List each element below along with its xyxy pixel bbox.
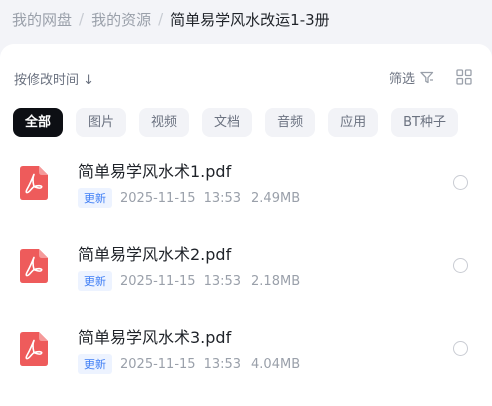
update-badge: 更新 [78, 354, 112, 374]
file-size: 2.49MB [251, 190, 301, 206]
tab-audio[interactable]: 音频 [265, 108, 316, 137]
breadcrumb-my-resources[interactable]: 我的资源 [91, 9, 151, 30]
file-date: 2025-11-15 [120, 190, 196, 206]
sort-button[interactable]: 按修改时间 ↓ [14, 69, 94, 88]
file-name[interactable]: 简单易学风水术3.pdf [78, 324, 231, 348]
select-radio[interactable] [453, 258, 468, 273]
update-badge: 更新 [78, 188, 112, 208]
breadcrumb: 我的网盘 / 我的资源 / 简单易学风水改运1-3册 [12, 7, 330, 31]
file-meta: 更新 2025-11-15 13:53 2.49MB [78, 188, 300, 208]
breadcrumb-separator: / [158, 10, 164, 28]
pdf-icon [20, 332, 48, 366]
tab-all[interactable]: 全部 [13, 108, 64, 137]
tab-documents[interactable]: 文档 [202, 108, 253, 137]
filter-icon [420, 71, 434, 84]
file-time: 13:53 [203, 356, 242, 372]
select-radio[interactable] [453, 341, 468, 356]
breadcrumb-my-drive[interactable]: 我的网盘 [12, 9, 72, 30]
file-time: 13:53 [203, 273, 242, 289]
file-time: 13:53 [203, 190, 242, 206]
breadcrumb-current-folder: 简单易学风水改运1-3册 [170, 10, 330, 29]
category-tabs: 全部 图片 视频 文档 音频 应用 BT种子 [13, 108, 471, 137]
file-meta: 更新 2025-11-15 13:53 2.18MB [78, 271, 300, 291]
tab-apps[interactable]: 应用 [328, 108, 379, 137]
pdf-icon [20, 249, 48, 283]
tab-bt-torrents[interactable]: BT种子 [391, 108, 458, 137]
breadcrumb-separator: / [79, 10, 85, 28]
filter-button[interactable]: 筛选 [389, 68, 434, 87]
file-name[interactable]: 简单易学风水术1.pdf [78, 158, 231, 182]
file-name[interactable]: 简单易学风水术2.pdf [78, 241, 231, 265]
update-badge: 更新 [78, 271, 112, 291]
file-size: 4.04MB [251, 356, 301, 372]
pdf-icon [20, 166, 48, 200]
file-date: 2025-11-15 [120, 356, 196, 372]
file-row[interactable]: 简单易学风水术2.pdf 更新 2025-11-15 13:53 2.18MB [0, 235, 492, 305]
file-row[interactable]: 简单易学风水术1.pdf 更新 2025-11-15 13:53 2.49MB [0, 152, 492, 222]
file-date: 2025-11-15 [120, 273, 196, 289]
file-list-panel: 按修改时间 ↓ 筛选 全部 图片 视频 文档 音频 应用 BT种子 简单易学风水… [0, 44, 492, 406]
filter-label: 筛选 [388, 72, 415, 87]
select-radio[interactable] [453, 175, 468, 190]
grid-view-icon[interactable] [456, 69, 472, 85]
tab-images[interactable]: 图片 [76, 108, 127, 137]
file-row[interactable]: 简单易学风水术3.pdf 更新 2025-11-15 13:53 4.04MB [0, 318, 492, 388]
file-size: 2.18MB [251, 273, 301, 289]
file-meta: 更新 2025-11-15 13:53 4.04MB [78, 354, 300, 374]
tab-videos[interactable]: 视频 [139, 108, 190, 137]
